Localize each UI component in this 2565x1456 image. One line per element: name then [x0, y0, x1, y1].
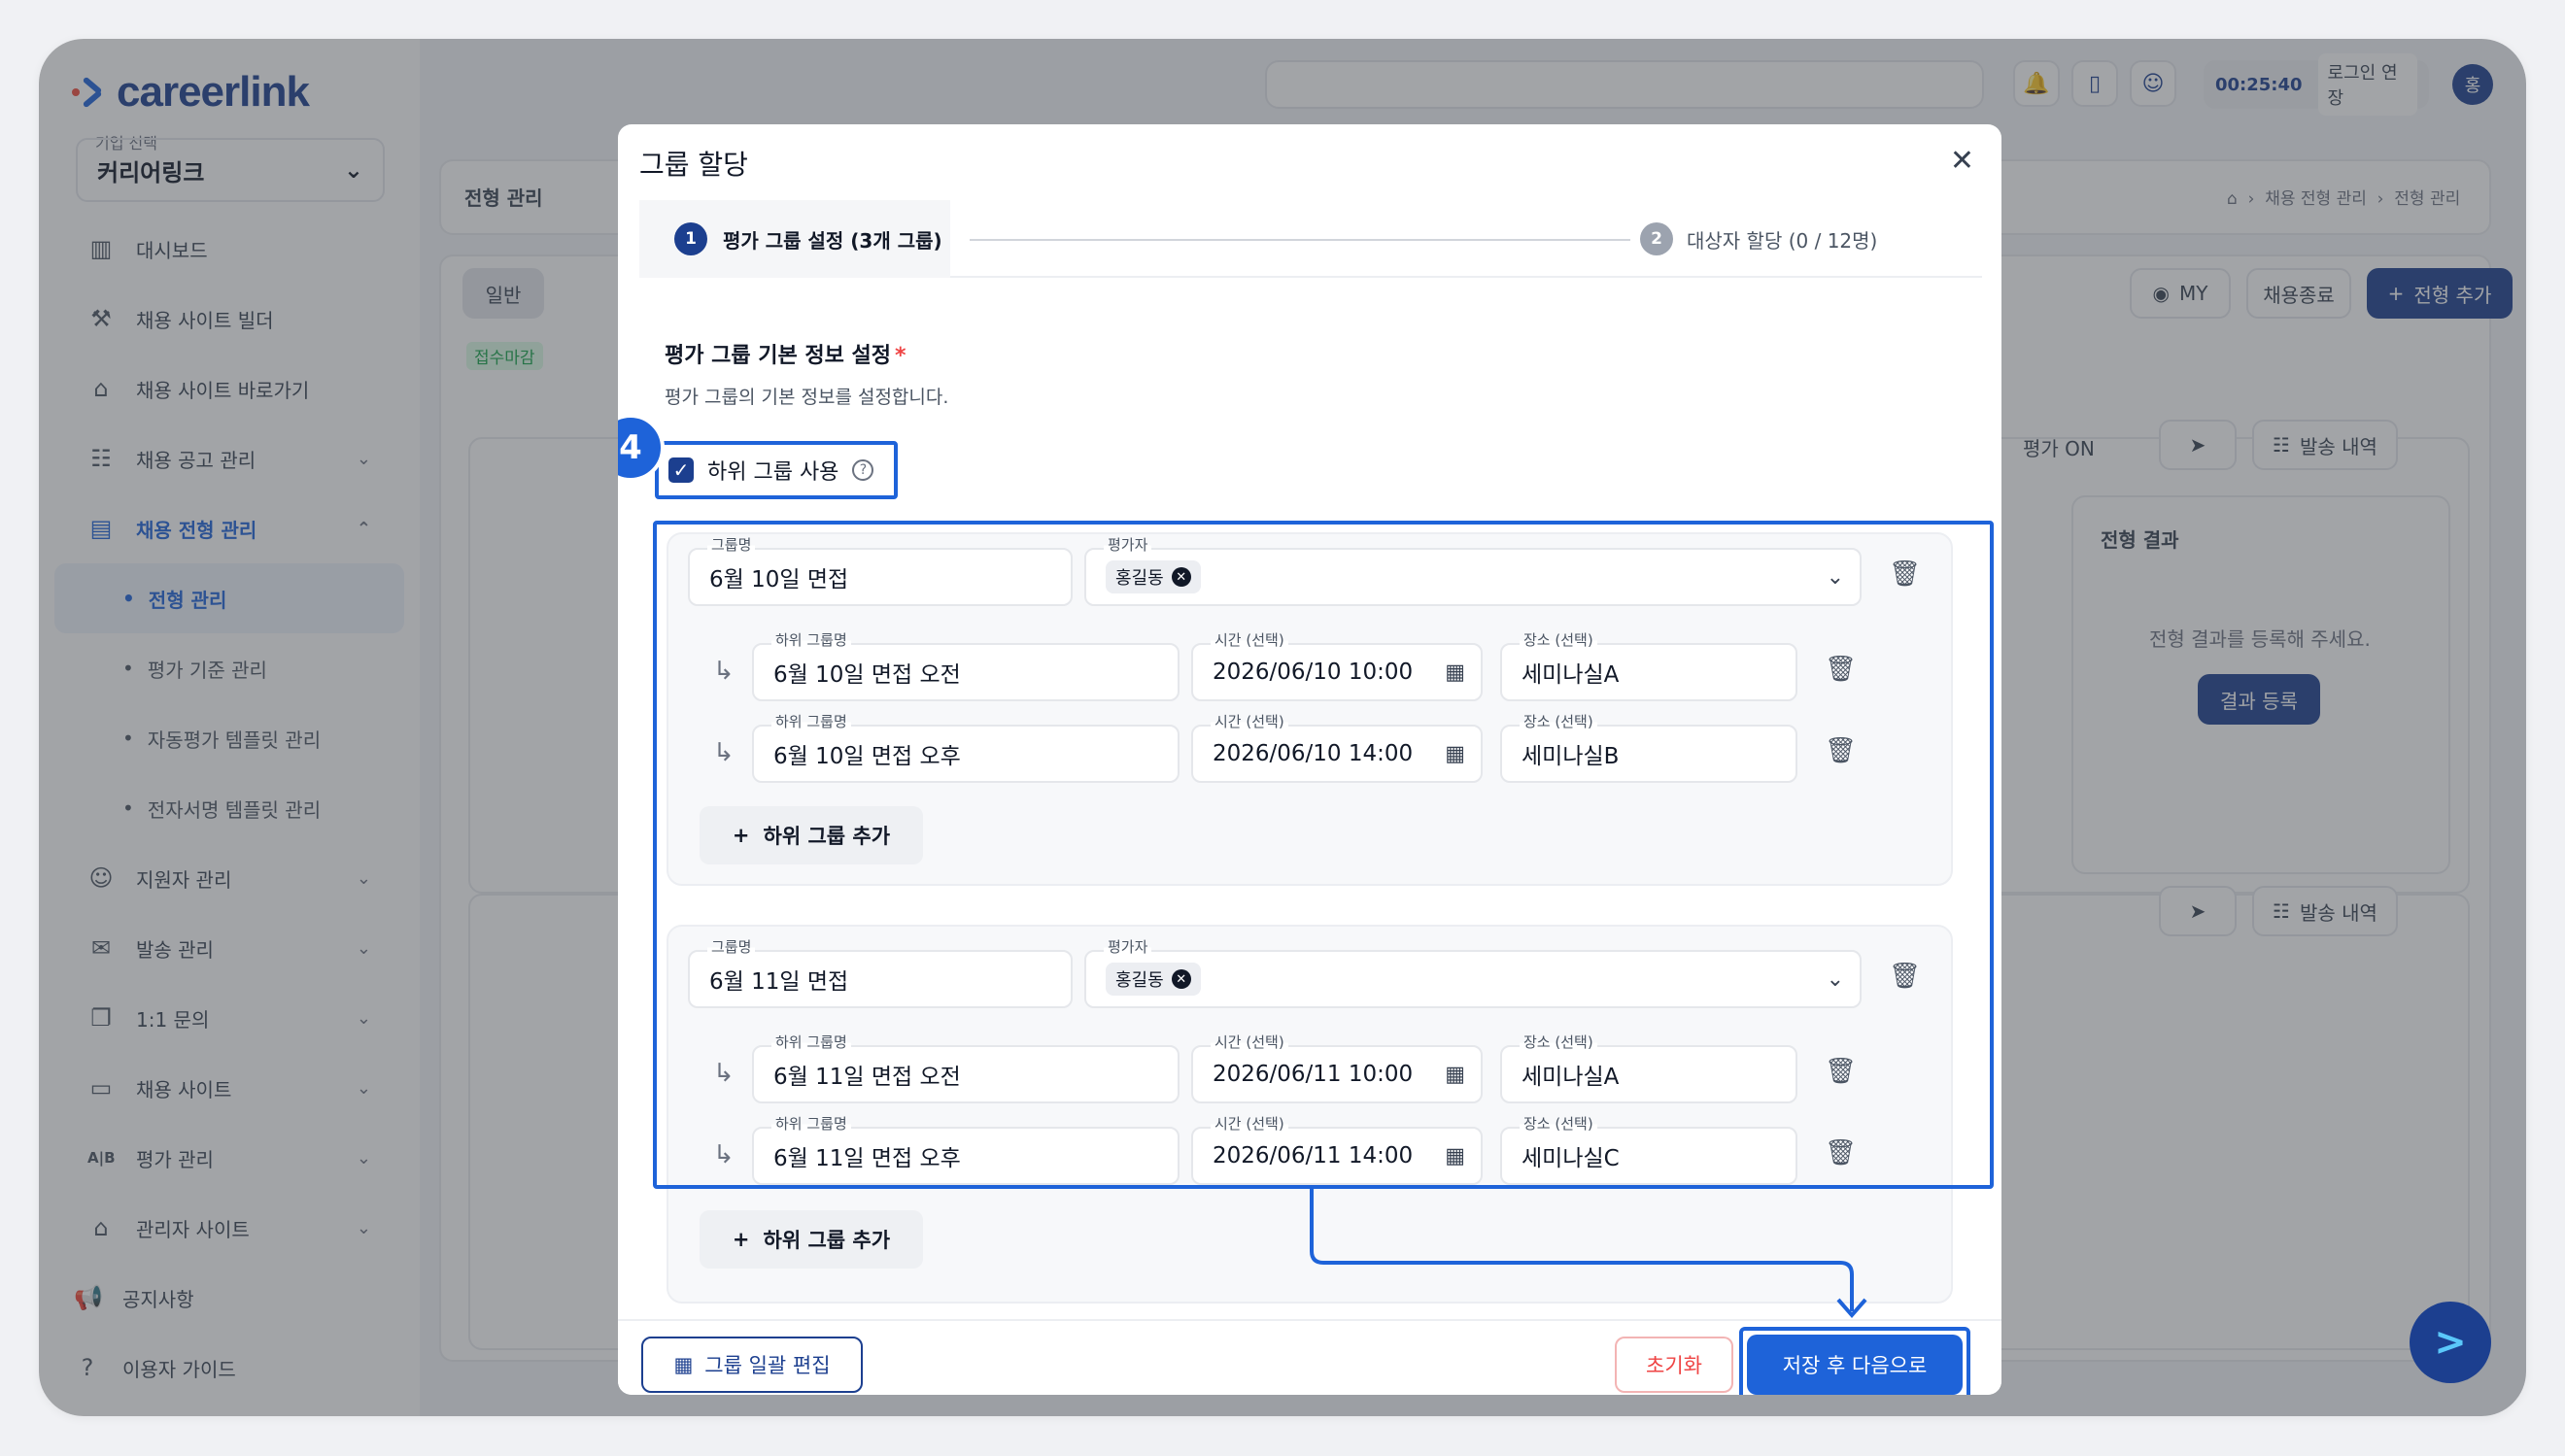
step-number: 1: [674, 222, 707, 255]
add-subgroup-button[interactable]: + 하위 그룹 추가: [700, 806, 923, 864]
field-label: 그룹명: [707, 936, 756, 957]
field-label: 시간 (선택): [1211, 1032, 1288, 1052]
field-label: 하위 그룹명: [771, 1113, 851, 1134]
subgroup-name-input[interactable]: 하위 그룹명 6월 11일 면접 오후: [752, 1113, 1180, 1185]
calendar-icon[interactable]: ▦: [1445, 1063, 1465, 1087]
reset-button[interactable]: 초기화: [1615, 1337, 1733, 1393]
step-number: 2: [1640, 222, 1673, 255]
field-label: 하위 그룹명: [771, 711, 851, 731]
evaluator-chip: 홍길동 ✕: [1106, 560, 1201, 593]
field-label: 평가자: [1104, 534, 1152, 555]
subgroup-arrow-icon: ↳: [713, 1140, 735, 1169]
calendar-icon[interactable]: ▦: [1445, 742, 1465, 766]
step-label: 대상자 할당 (0 / 12명): [1687, 228, 1878, 253]
field-label: 장소 (선택): [1520, 1032, 1597, 1052]
field-label: 평가자: [1104, 936, 1152, 957]
delete-group-icon[interactable]: 🗑: [1889, 962, 1921, 991]
group-card: 그룹명 6월 11일 면접 평가자 홍길동 ✕ ⌄ 🗑 ↳ 하위 그룹명 6월 1…: [667, 925, 1953, 1304]
field-label: 장소 (선택): [1520, 1113, 1597, 1134]
app-window: careerlink 기업 선택 커리어링크 ⌄ ▥ 대시보드 ⚒ 채용 사이트 빌…: [39, 39, 2526, 1416]
subgroup-place-input[interactable]: 장소 (선택) 세미나실A: [1500, 629, 1797, 701]
stepper: 1 평가 그룹 설정 (3개 그룹) 2 대상자 할당 (0 / 12명): [639, 200, 1982, 278]
step-connector: [970, 239, 1630, 241]
evaluator-chip: 홍길동 ✕: [1106, 963, 1201, 996]
subgroup-checkbox-label: 하위 그룹 사용: [707, 460, 839, 485]
close-icon[interactable]: ✕: [1950, 144, 1974, 178]
add-subgroup-button[interactable]: + 하위 그룹 추가: [700, 1210, 923, 1269]
subgroup-arrow-icon: ↳: [713, 738, 735, 767]
field-label: 하위 그룹명: [771, 629, 851, 650]
modal-footer: ▦ 그룹 일괄 편집 초기화 저장 후 다음으로: [618, 1319, 2001, 1395]
subgroup-place-input[interactable]: 장소 (선택) 세미나실C: [1500, 1113, 1797, 1185]
subgroup-name-input[interactable]: 하위 그룹명 6월 10일 면접 오전: [752, 629, 1180, 701]
subgroup-time-input[interactable]: 시간 (선택) 2026/06/11 14:00 ▦: [1191, 1113, 1483, 1185]
bulk-edit-button[interactable]: ▦ 그룹 일괄 편집: [641, 1337, 863, 1393]
section-title: 평가 그룹 기본 정보 설정 *: [665, 344, 906, 368]
subgroup-name-input[interactable]: 하위 그룹명 6월 10일 면접 오후: [752, 711, 1180, 783]
subgroup-arrow-icon: ↳: [713, 657, 735, 686]
step-1[interactable]: 1 평가 그룹 설정 (3개 그룹): [639, 200, 950, 278]
chatbot-fab-icon[interactable]: >: [2410, 1302, 2491, 1383]
field-label: 시간 (선택): [1211, 629, 1288, 650]
delete-group-icon[interactable]: 🗑: [1889, 559, 1921, 589]
step-2[interactable]: 2 대상자 할당 (0 / 12명): [1640, 200, 1877, 278]
field-label: 하위 그룹명: [771, 1032, 851, 1052]
subgroup-time-input[interactable]: 시간 (선택) 2026/06/10 14:00 ▦: [1191, 711, 1483, 783]
group-assign-modal: 그룹 할당 ✕ 1 평가 그룹 설정 (3개 그룹) 2 대상자 할당 (0 /…: [618, 124, 2001, 1395]
calendar-icon[interactable]: ▦: [1445, 1144, 1465, 1168]
subgroup-place-input[interactable]: 장소 (선택) 세미나실A: [1500, 1032, 1797, 1103]
table-edit-icon: ▦: [673, 1353, 694, 1376]
help-icon[interactable]: ?: [852, 459, 874, 481]
subgroup-time-input[interactable]: 시간 (선택) 2026/06/11 10:00 ▦: [1191, 1032, 1483, 1103]
calendar-icon[interactable]: ▦: [1445, 660, 1465, 685]
check-icon[interactable]: ✓: [668, 457, 694, 483]
delete-subgroup-icon[interactable]: 🗑: [1825, 1138, 1857, 1168]
field-label: 시간 (선택): [1211, 1113, 1288, 1134]
field-label: 장소 (선택): [1520, 629, 1597, 650]
remove-chip-icon[interactable]: ✕: [1171, 567, 1191, 587]
plus-icon: +: [732, 824, 750, 847]
subgroup-time-input[interactable]: 시간 (선택) 2026/06/10 10:00 ▦: [1191, 629, 1483, 701]
save-next-button[interactable]: 저장 후 다음으로: [1747, 1335, 1963, 1395]
group-name-input[interactable]: 그룹명 6월 11일 면접: [688, 936, 1073, 1008]
required-mark: *: [895, 344, 906, 368]
subgroup-place-input[interactable]: 장소 (선택) 세미나실B: [1500, 711, 1797, 783]
plus-icon: +: [732, 1228, 750, 1251]
step-label: 평가 그룹 설정 (3개 그룹): [723, 228, 942, 253]
field-label: 시간 (선택): [1211, 711, 1288, 731]
delete-subgroup-icon[interactable]: 🗑: [1825, 655, 1857, 684]
subgroup-arrow-icon: ↳: [713, 1059, 735, 1088]
remove-chip-icon[interactable]: ✕: [1171, 969, 1191, 989]
group-name-input[interactable]: 그룹명 6월 10일 면접: [688, 534, 1073, 606]
delete-subgroup-icon[interactable]: 🗑: [1825, 736, 1857, 765]
evaluator-select[interactable]: 평가자 홍길동 ✕ ⌄: [1084, 936, 1862, 1008]
evaluator-select[interactable]: 평가자 홍길동 ✕ ⌄: [1084, 534, 1862, 606]
subgroup-name-input[interactable]: 하위 그룹명 6월 11일 면접 오전: [752, 1032, 1180, 1103]
chevron-down-icon: ⌄: [1826, 966, 1844, 992]
field-label: 장소 (선택): [1520, 711, 1597, 731]
modal-title: 그룹 할당: [639, 149, 748, 181]
group-card: 그룹명 6월 10일 면접 평가자 홍길동 ✕ ⌄ 🗑 ↳ 하위 그룹명 6월 1…: [667, 532, 1953, 886]
field-label: 그룹명: [707, 534, 756, 555]
delete-subgroup-icon[interactable]: 🗑: [1825, 1057, 1857, 1086]
section-description: 평가 그룹의 기본 정보를 설정합니다.: [665, 387, 949, 408]
chevron-down-icon: ⌄: [1826, 564, 1844, 590]
subgroup-checkbox[interactable]: ✓ 하위 그룹 사용 ?: [655, 441, 898, 499]
